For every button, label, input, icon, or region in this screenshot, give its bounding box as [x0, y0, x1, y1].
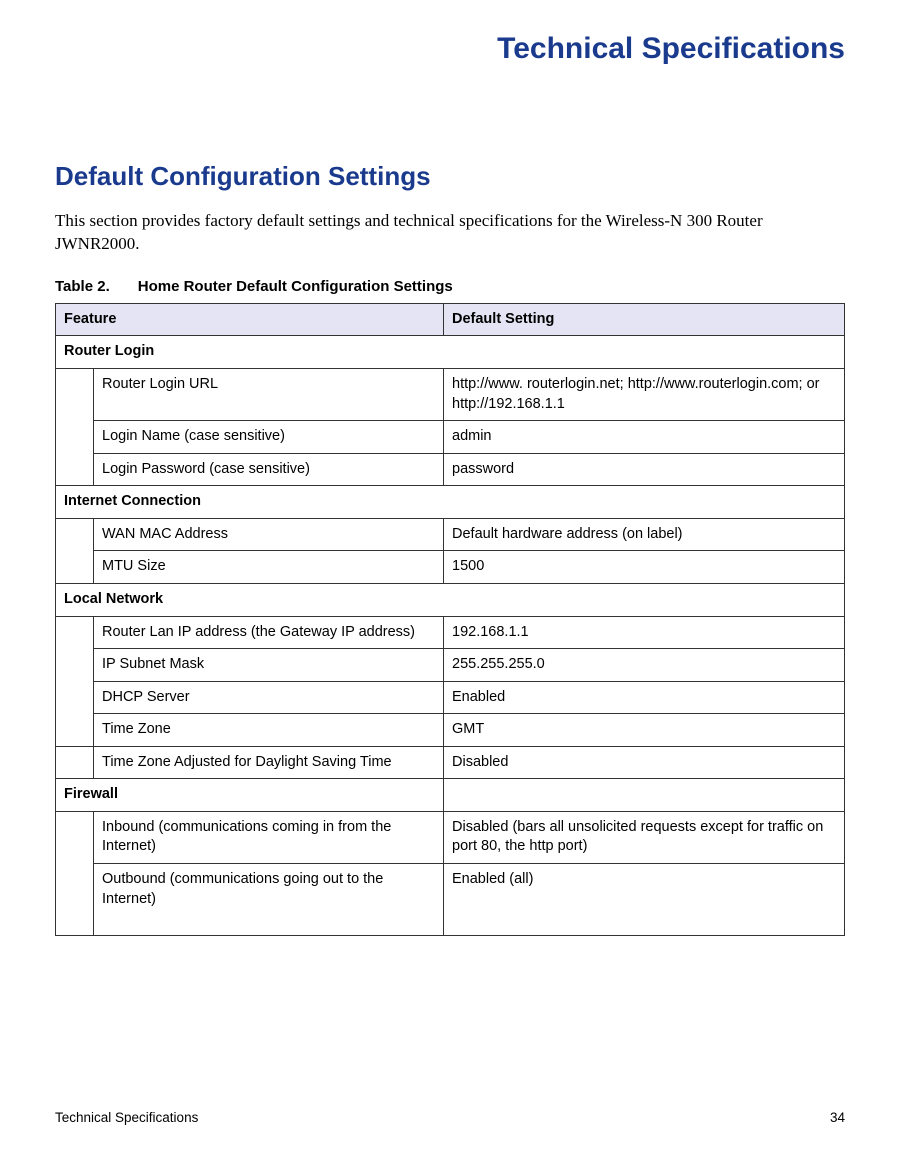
- value-cell: password: [444, 453, 845, 486]
- feature-cell: Outbound (communications going out to th…: [94, 864, 444, 936]
- indent: [56, 369, 94, 486]
- feature-cell: DHCP Server: [94, 681, 444, 714]
- value-cell: 1500: [444, 551, 845, 584]
- value-cell: admin: [444, 421, 845, 454]
- empty-cell: [444, 779, 845, 812]
- value-cell: Enabled (all): [444, 864, 845, 936]
- feature-cell: Router Lan IP address (the Gateway IP ad…: [94, 616, 444, 649]
- value-cell: GMT: [444, 714, 845, 747]
- feature-cell: Time Zone Adjusted for Daylight Saving T…: [94, 746, 444, 779]
- feature-cell: MTU Size: [94, 551, 444, 584]
- feature-cell: WAN MAC Address: [94, 518, 444, 551]
- section-name: Internet Connection: [56, 486, 845, 519]
- indent: [56, 811, 94, 935]
- table-caption: Table 2. Home Router Default Configuratio…: [55, 278, 845, 295]
- indent: [56, 616, 94, 746]
- feature-cell: Time Zone: [94, 714, 444, 747]
- value-cell: Disabled: [444, 746, 845, 779]
- footer-left: Technical Specifications: [55, 1110, 198, 1125]
- footer: Technical Specifications 34: [55, 1110, 845, 1125]
- feature-cell: Login Name (case sensitive): [94, 421, 444, 454]
- feature-cell: IP Subnet Mask: [94, 649, 444, 682]
- intro-text: This section provides factory default se…: [55, 210, 845, 256]
- table-number: Table 2.: [55, 278, 110, 295]
- section-title: Default Configuration Settings: [55, 161, 845, 192]
- value-cell: 192.168.1.1: [444, 616, 845, 649]
- header-default: Default Setting: [444, 303, 845, 336]
- section-name: Router Login: [56, 336, 845, 369]
- feature-cell: Inbound (communications coming in from t…: [94, 811, 444, 863]
- table-title: Home Router Default Configuration Settin…: [138, 278, 453, 295]
- section-name: Local Network: [56, 583, 845, 616]
- feature-cell: Router Login URL: [94, 369, 444, 421]
- header-feature: Feature: [56, 303, 444, 336]
- value-cell: http://www. routerlogin.net; http://www.…: [444, 369, 845, 421]
- feature-cell: Login Password (case sensitive): [94, 453, 444, 486]
- indent: [56, 746, 94, 779]
- page-title: Technical Specifications: [55, 32, 845, 66]
- value-cell: Default hardware address (on label): [444, 518, 845, 551]
- value-cell: 255.255.255.0: [444, 649, 845, 682]
- footer-page-number: 34: [830, 1110, 845, 1125]
- value-cell: Enabled: [444, 681, 845, 714]
- value-cell: Disabled (bars all unsolicited requests …: [444, 811, 845, 863]
- indent: [56, 518, 94, 583]
- section-name: Firewall: [56, 779, 444, 812]
- settings-table: Feature Default Setting Router Login Rou…: [55, 303, 845, 936]
